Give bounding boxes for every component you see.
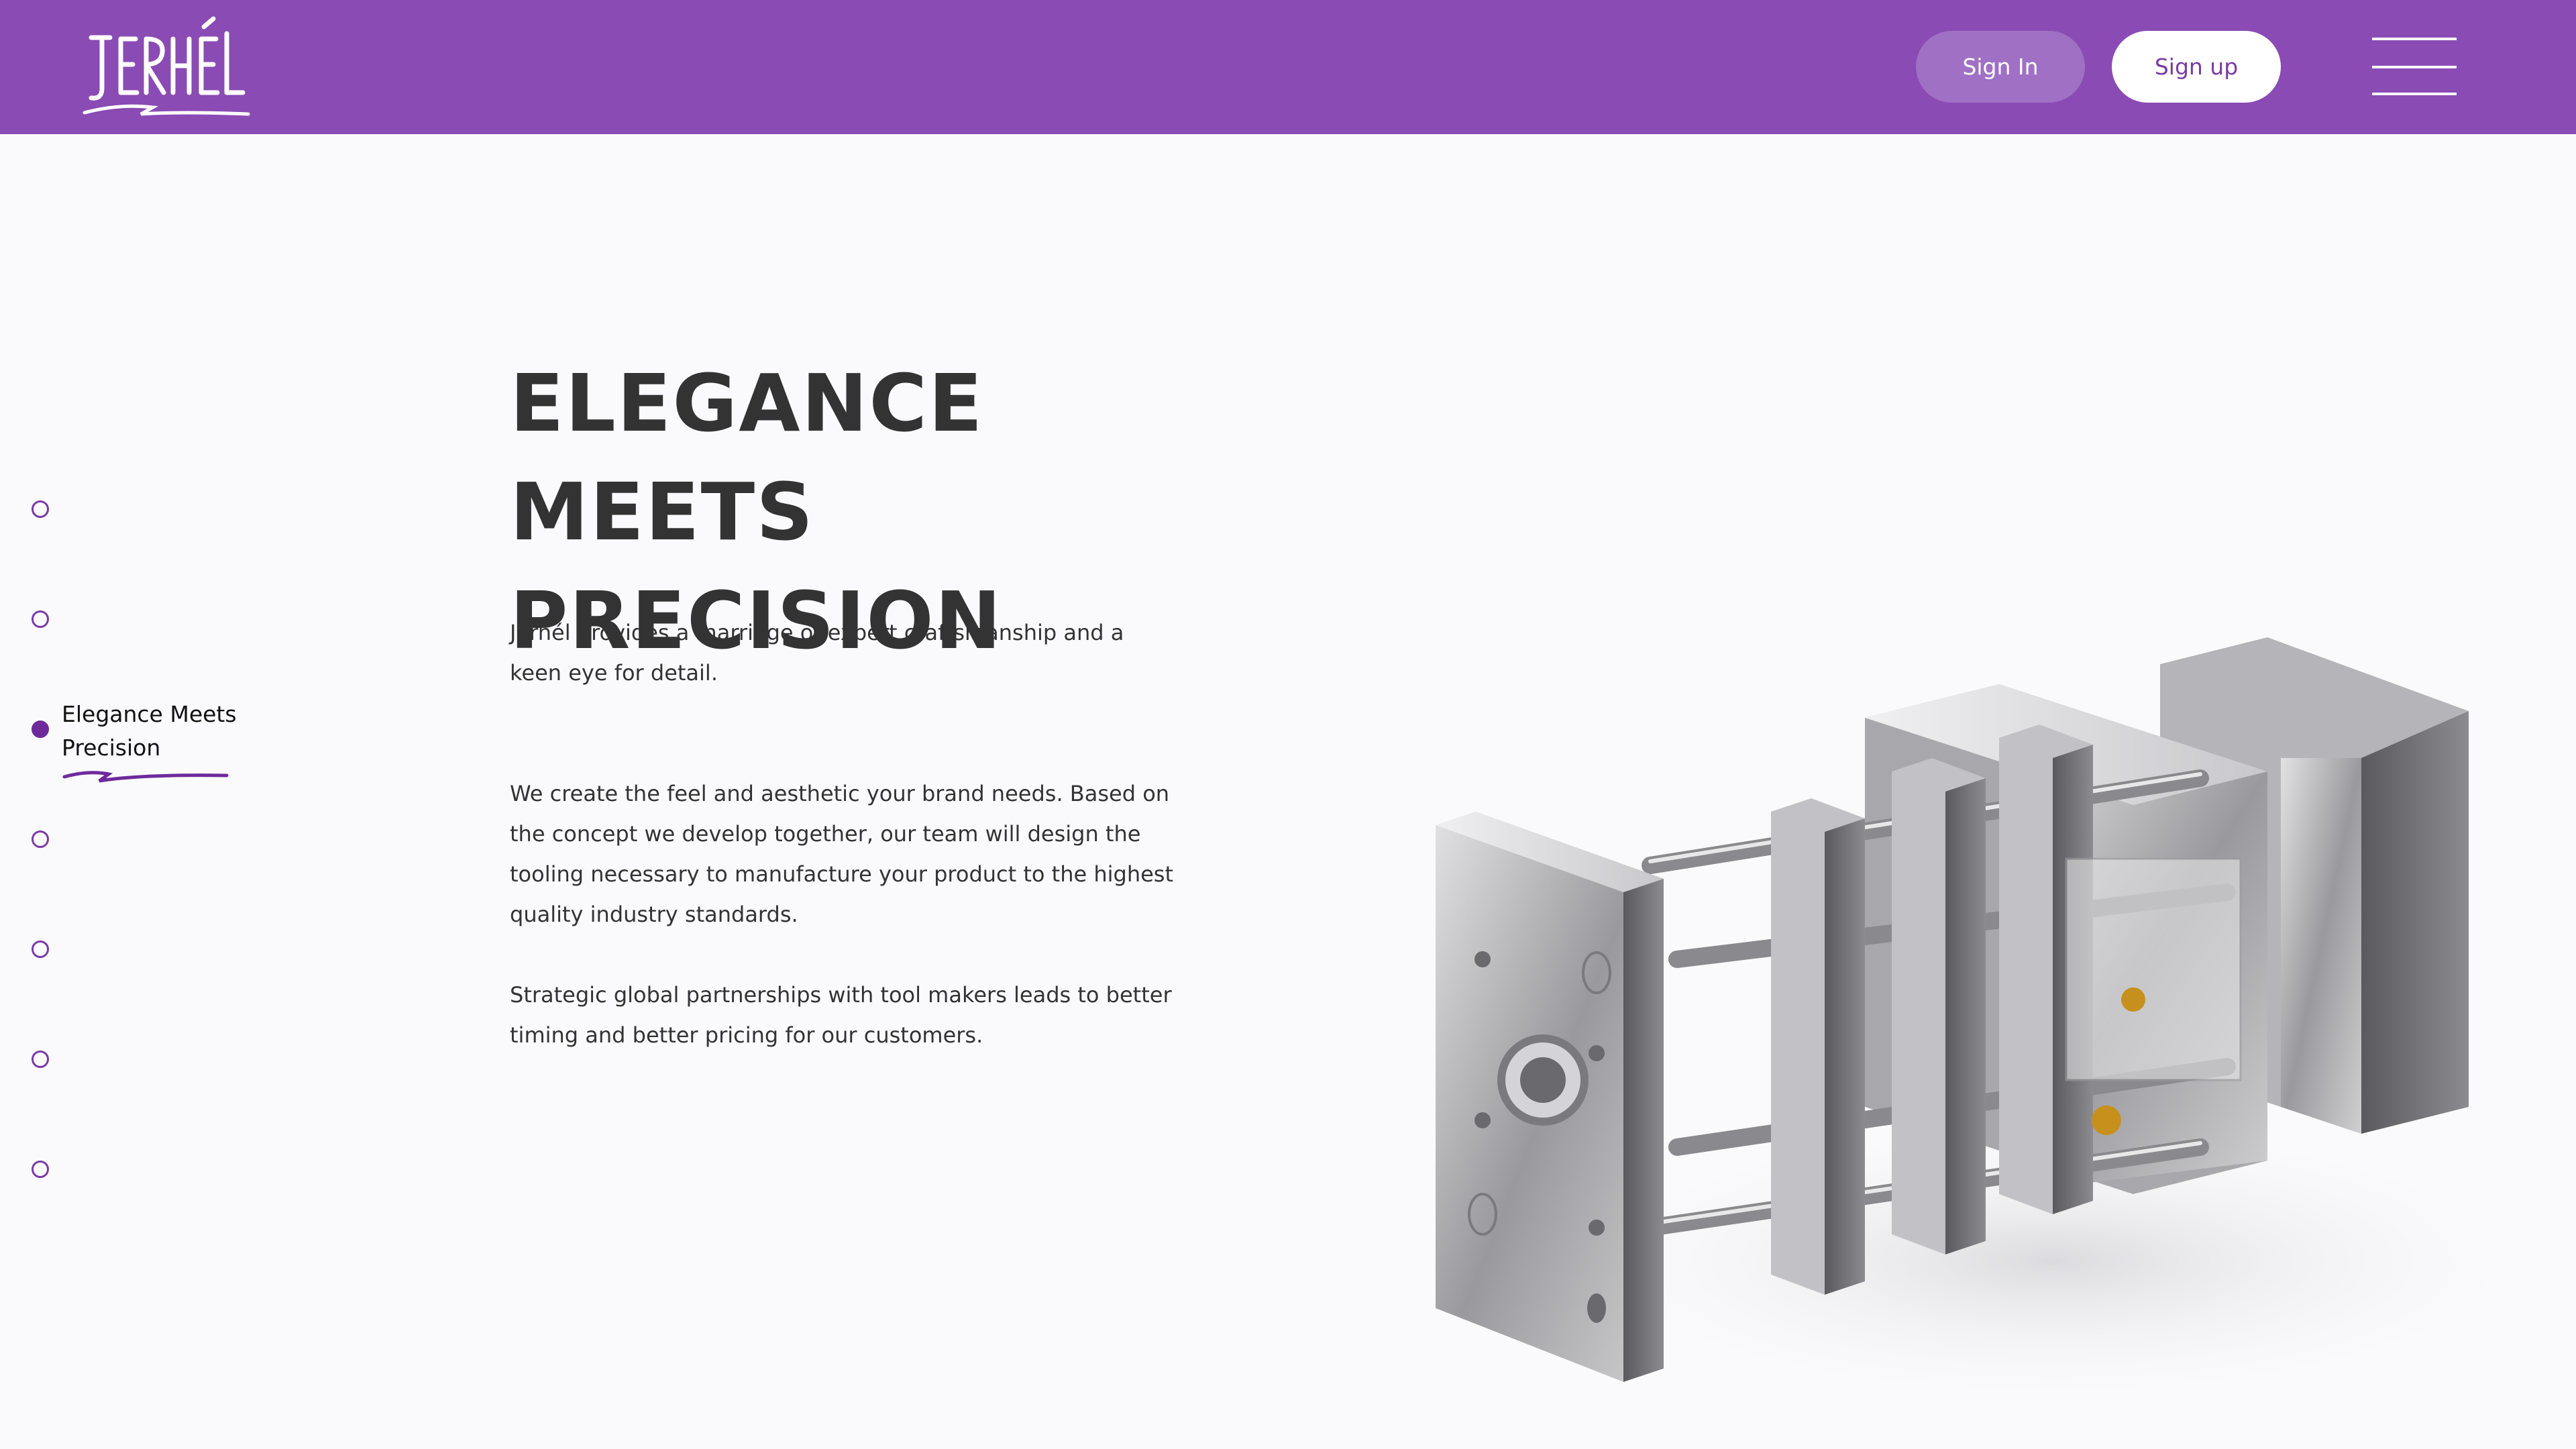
menu-line	[2372, 66, 2457, 68]
section-dot-6[interactable]	[32, 1051, 49, 1068]
section-pagination: Elegance Meets Precision	[0, 0, 268, 1449]
menu-line	[2372, 93, 2457, 95]
section-dot-1[interactable]	[32, 500, 49, 518]
section-dot-5[interactable]	[32, 941, 49, 958]
hamburger-menu-icon[interactable]	[2372, 38, 2457, 97]
section-dot-2[interactable]	[32, 610, 49, 628]
squiggle-underline-icon	[62, 771, 229, 783]
hero-paragraph-2: We create the feel and aesthetic your br…	[510, 781, 1173, 927]
section-dot-3-active[interactable]	[32, 720, 49, 738]
active-section-label[interactable]: Elegance Meets Precision	[62, 698, 263, 765]
hero-title-line-1: ELEGANCE MEETS	[510, 357, 984, 558]
sign-in-button[interactable]: Sign In	[1916, 31, 2085, 103]
hero-paragraph-3: Strategic global partnerships with tool …	[510, 982, 1172, 1048]
sign-up-button[interactable]: Sign up	[2112, 31, 2281, 103]
top-header: Sign In Sign up	[0, 0, 2576, 134]
injection-mold-image	[1395, 637, 2576, 1449]
hero-paragraph-1: Jerhél provides a marriage of expert cra…	[510, 620, 1124, 686]
menu-line	[2372, 38, 2457, 40]
mold-illustration-icon	[1436, 637, 2563, 1409]
section-dot-4[interactable]	[32, 830, 49, 848]
section-dot-7[interactable]	[32, 1161, 49, 1178]
